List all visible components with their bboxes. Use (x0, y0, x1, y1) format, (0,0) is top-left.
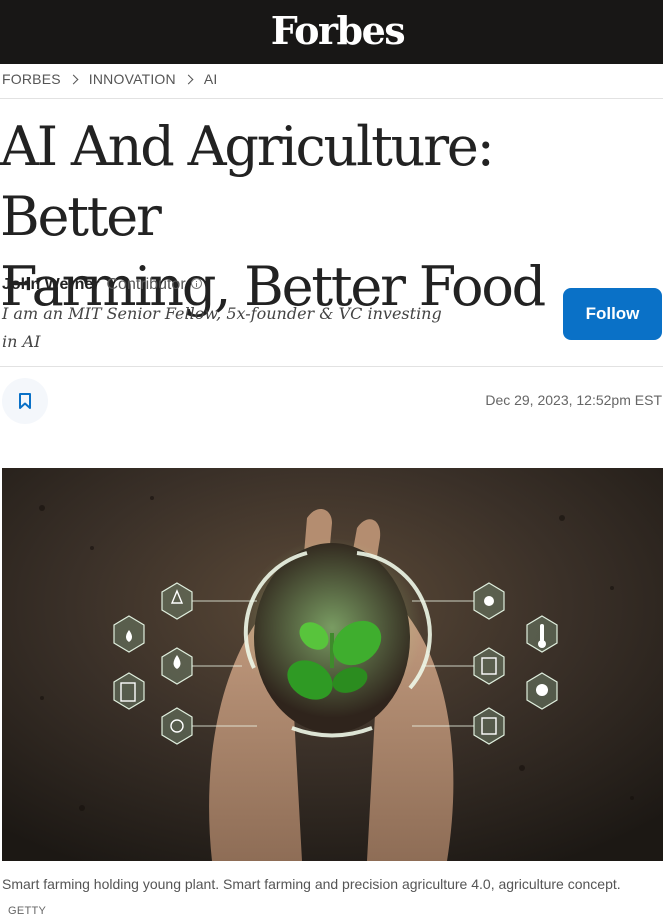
breadcrumb-forbes[interactable]: FORBES (2, 71, 61, 87)
image-credit: GETTY (8, 905, 47, 914)
breadcrumb-innovation[interactable]: INNOVATION (89, 71, 176, 87)
breadcrumb: FORBES INNOVATION AI (2, 70, 217, 88)
author-role: Contributor (106, 276, 186, 293)
article-title-line-1: AI And Agriculture: Better (0, 115, 495, 248)
breadcrumb-ai[interactable]: AI (204, 71, 218, 87)
bookmark-icon (19, 393, 31, 409)
publish-date: Dec 29, 2023, 12:52pm EST (485, 392, 662, 408)
hero-image (2, 468, 663, 861)
site-header: Forbes (0, 0, 663, 64)
info-icon[interactable] (190, 278, 202, 289)
divider (0, 98, 663, 99)
author-name[interactable]: John Werner (2, 276, 100, 294)
bookmark-button[interactable] (2, 378, 48, 424)
follow-button[interactable]: Follow (563, 288, 662, 340)
author-byline: John Werner Contributor (2, 276, 202, 294)
chevron-right-icon (183, 74, 194, 84)
image-caption: Smart farming holding young plant. Smart… (2, 872, 657, 914)
image-caption-text: Smart farming holding young plant. Smart… (2, 876, 621, 892)
forbes-logo[interactable]: Forbes (271, 8, 406, 53)
divider (0, 366, 663, 367)
smart-farming-illustration (2, 468, 663, 861)
chevron-right-icon (68, 74, 79, 84)
author-bio: I am an MIT Senior Fellow, 5x-founder & … (2, 304, 442, 351)
